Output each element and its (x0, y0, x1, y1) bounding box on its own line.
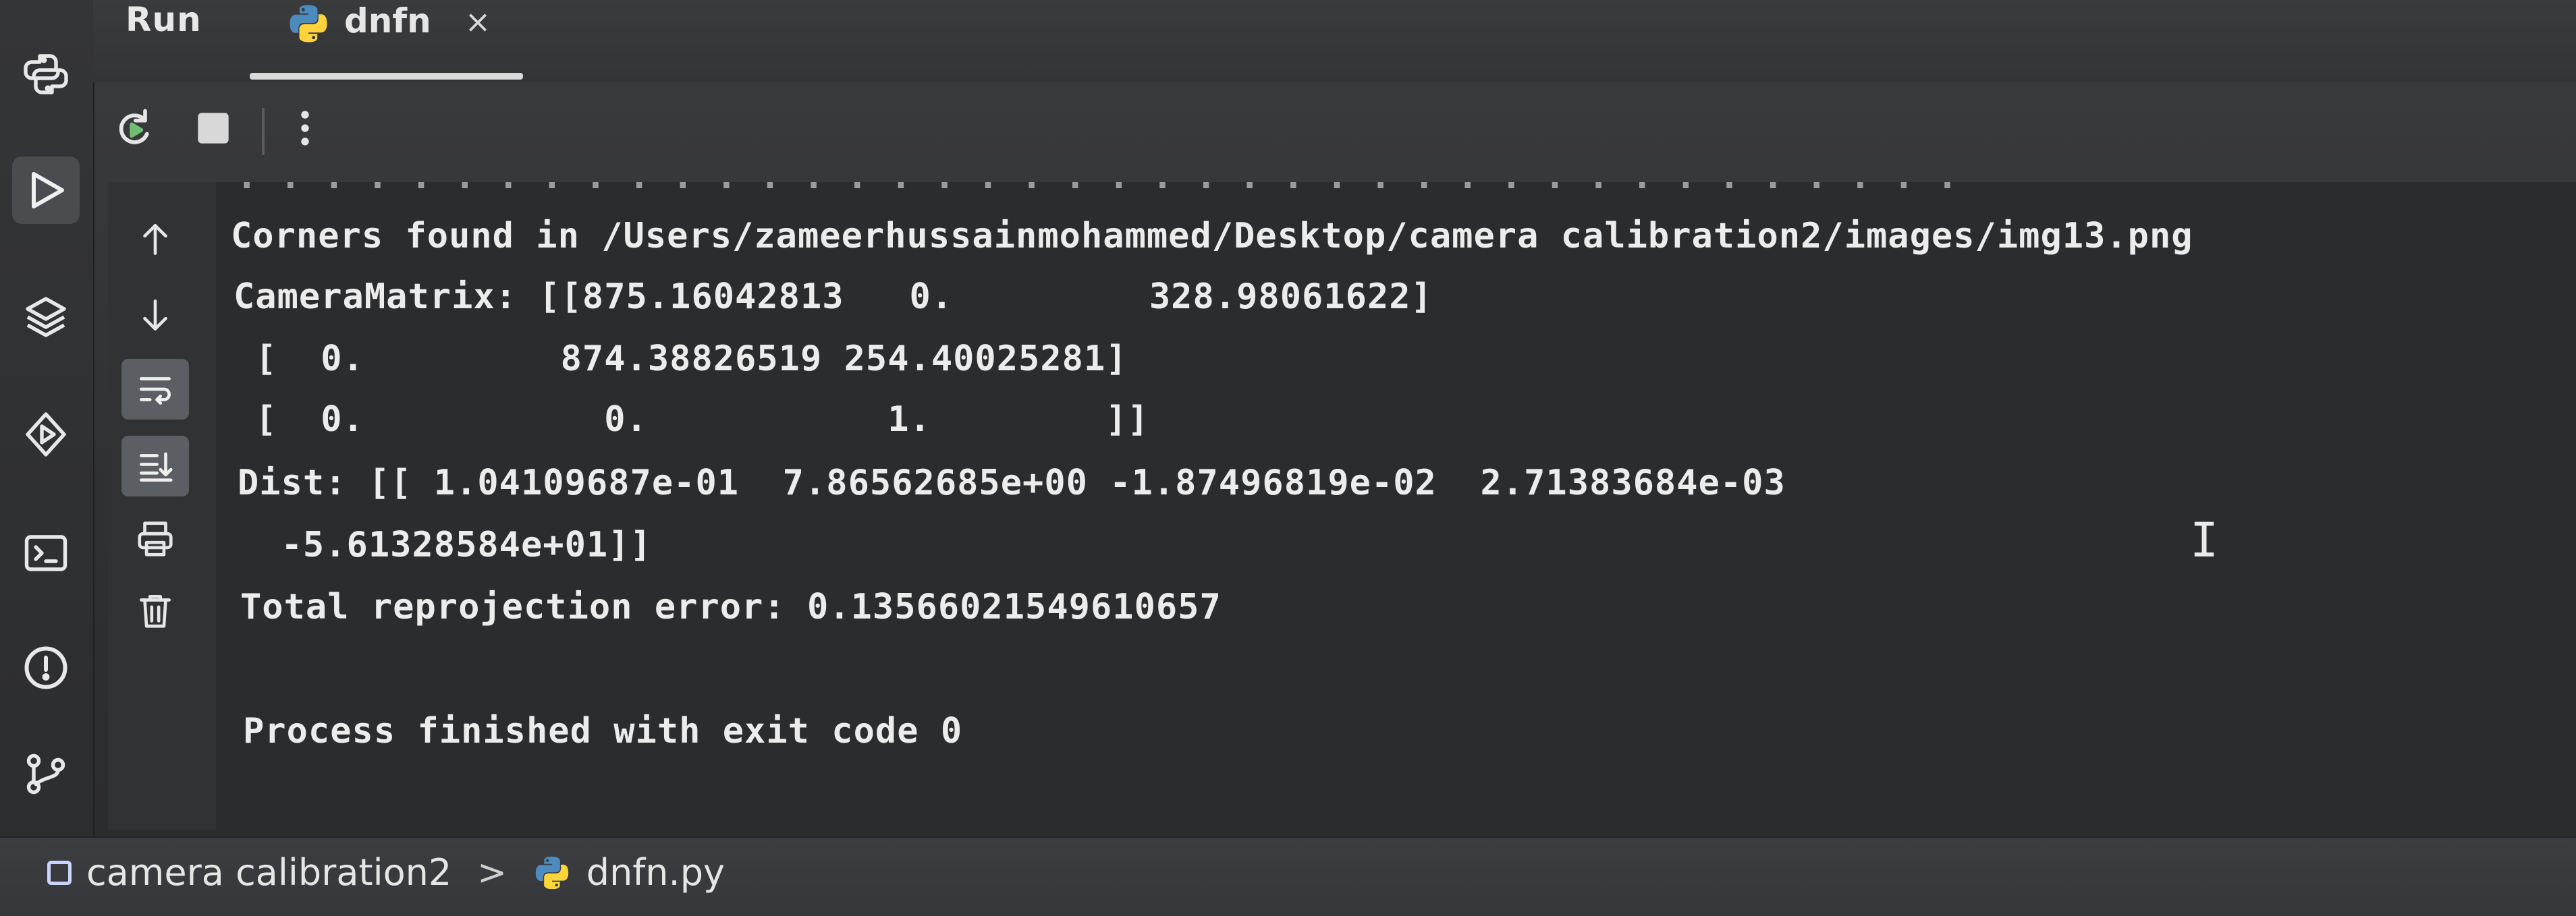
text-cursor-icon: I (2190, 513, 2219, 568)
activity-bar (0, 0, 94, 836)
python-file-icon (535, 856, 568, 889)
stop-icon[interactable] (186, 101, 240, 155)
services-icon[interactable] (12, 401, 80, 468)
soft-wrap-icon[interactable] (121, 359, 189, 420)
scroll-to-end-icon[interactable] (121, 436, 189, 496)
more-options-icon[interactable] (278, 101, 332, 155)
up-arrow-icon[interactable] (121, 209, 189, 270)
console-gutter (108, 182, 216, 830)
down-arrow-icon[interactable] (121, 285, 189, 345)
python-packages-icon[interactable] (12, 40, 80, 108)
module-icon (47, 860, 72, 885)
chevron-right-icon: > (477, 852, 507, 893)
terminal-icon[interactable] (12, 519, 80, 587)
git-icon[interactable] (12, 739, 80, 807)
tool-window-header: Run dnfn × (93, 0, 2576, 82)
tab-dnfn[interactable]: dnfn × (286, 0, 516, 81)
python-icon (290, 5, 327, 42)
console-line: Dist: [[ 1.04109687e-01 7.86562685e+00 -… (238, 463, 1786, 503)
problems-icon[interactable] (12, 634, 80, 702)
active-tab-indicator (250, 73, 523, 80)
rerun-icon[interactable] (107, 101, 161, 155)
console-line: -5.61328584e+01]] (238, 525, 652, 565)
breadcrumb: camera calibration2 > dnfn.py (47, 851, 725, 894)
layers-icon[interactable] (12, 283, 80, 351)
console-line: Corners found in /Users/zameerhussainmoh… (231, 216, 2193, 256)
console-line: Process finished with exit code 0 (243, 711, 963, 751)
run-icon[interactable] (12, 156, 80, 224)
console-line: [ 0. 0. 1. ]] (234, 399, 1149, 440)
console-line-partial: . . . . . . . . . . . . . . . . . . . . … (236, 182, 1958, 197)
close-icon[interactable]: × (465, 1, 491, 42)
run-window: Run dnfn × Corners found in /Users/zamee… (0, 0, 2576, 916)
console-line: [ 0. 874.38826519 254.40025281] (234, 339, 1128, 379)
run-toolbar (93, 94, 2576, 162)
console-line: Total reprojection error: 0.135660215496… (240, 587, 1222, 627)
breadcrumb-file[interactable]: dnfn.py (586, 851, 725, 894)
panel-title: Run (126, 0, 202, 39)
console-line: CameraMatrix: [[875.16042813 0. 328.9806… (234, 277, 1433, 317)
print-icon[interactable] (121, 509, 189, 569)
breadcrumb-project[interactable]: camera calibration2 (86, 851, 451, 894)
console-output[interactable]: . . . . . . . . . . . . . . . . . . . . … (216, 182, 2576, 830)
status-bar: camera calibration2 > dnfn.py (0, 836, 2576, 916)
trash-icon[interactable] (121, 580, 189, 641)
tab-label: dnfn (344, 1, 431, 40)
toolbar-divider (262, 108, 265, 155)
